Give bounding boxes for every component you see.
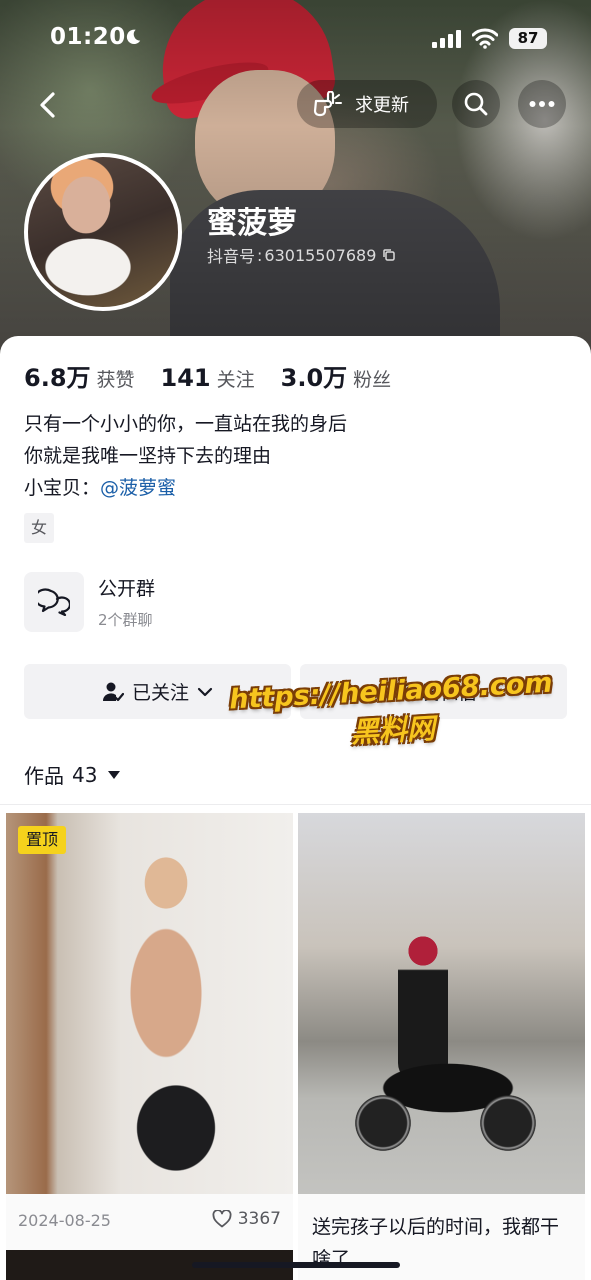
stat-likes-value: 6.8万 — [24, 364, 91, 392]
group-subtitle: 2个群聊 — [98, 611, 153, 629]
thumbnail-figure-shape — [106, 843, 236, 1183]
chevron-left-icon — [40, 92, 55, 118]
public-group-entry[interactable]: 公开群 2个群聊 — [24, 572, 155, 632]
request-update-label: 求更新 — [355, 95, 409, 116]
caret-down-icon — [108, 770, 121, 779]
stat-likes-label: 获赞 — [96, 369, 135, 391]
request-update-button[interactable]: 求更新 — [297, 80, 437, 128]
douyin-id-separator: : — [257, 245, 263, 265]
battery-indicator: 87 — [509, 28, 547, 49]
home-indicator — [192, 1262, 400, 1268]
stat-following[interactable]: 141 关注 — [161, 364, 255, 392]
moon-icon — [126, 29, 141, 45]
bio-mention-link[interactable]: @菠萝蜜 — [100, 477, 176, 499]
followed-label: 已关注 — [131, 682, 189, 704]
works-count: 43 — [72, 762, 98, 787]
section-divider — [0, 804, 591, 805]
video-thumbnail-2 — [298, 813, 585, 1194]
user-check-icon — [102, 682, 124, 701]
more-dots-icon — [529, 101, 555, 107]
douyin-id-label: 抖音号 — [207, 247, 256, 266]
stat-likes: 6.8万 获赞 — [24, 358, 135, 393]
heart-outline-icon — [212, 1210, 232, 1228]
stat-followers[interactable]: 3.0万 粉丝 — [281, 358, 392, 393]
stat-followers-value: 3.0万 — [280, 364, 348, 392]
bio-line-2: 你就是我唯一坚持下去的理由 — [24, 445, 272, 467]
back-button[interactable] — [22, 80, 72, 130]
pinned-badge: 置顶 — [18, 826, 66, 854]
douyin-id-value: 63015507689 — [264, 245, 377, 265]
video-tile-2[interactable]: 送完孩子以后的时间，我都干啥了 — [298, 813, 585, 1280]
stat-following-value: 141 — [160, 364, 211, 392]
signal-icon — [432, 30, 461, 48]
video-tile-1[interactable]: 置顶 2024-08-25 3367 — [6, 813, 293, 1260]
stat-following-label: 关注 — [216, 369, 255, 391]
profile-stats: 6.8万 获赞 141 关注 3.0万 粉丝 — [24, 358, 417, 393]
video-likes: 3367 — [212, 1209, 281, 1229]
more-button[interactable] — [518, 80, 566, 128]
nickname: 蜜菠萝 — [207, 206, 297, 241]
bio-line-3: 小宝贝：@菠萝蜜 — [24, 472, 347, 504]
avatar[interactable] — [24, 153, 182, 311]
chevron-down-icon — [197, 687, 213, 696]
video-date: 2024-08-25 — [18, 1211, 111, 1230]
stat-followers-label: 粉丝 — [353, 369, 392, 391]
bio-line-1: 只有一个小小的你，一直站在我的身后 — [24, 413, 348, 435]
wifi-icon — [472, 28, 498, 49]
video-likes-count: 3367 — [237, 1209, 281, 1229]
search-icon — [464, 92, 488, 116]
bio-line-3-prefix: 小宝贝： — [24, 477, 101, 499]
status-time: 01:20 — [50, 24, 126, 50]
douyin-id[interactable]: 抖音号 : 63015507689 — [207, 243, 396, 267]
group-title: 公开群 — [98, 578, 156, 600]
video-thumbnail-1 — [6, 813, 293, 1194]
copy-icon[interactable] — [382, 248, 396, 262]
gender-tag: 女 — [24, 513, 54, 543]
tab-works[interactable]: 作品 43 — [24, 760, 121, 789]
group-chat-icon — [24, 572, 84, 632]
thumbnail-motorcycle-shape — [343, 1043, 543, 1163]
pointing-hand-icon — [313, 91, 342, 117]
works-label: 作品 — [24, 764, 64, 788]
search-button[interactable] — [452, 80, 500, 128]
bio: 只有一个小小的你，一直站在我的身后 你就是我唯一坚持下去的理由 小宝贝：@菠萝蜜 — [24, 408, 347, 504]
